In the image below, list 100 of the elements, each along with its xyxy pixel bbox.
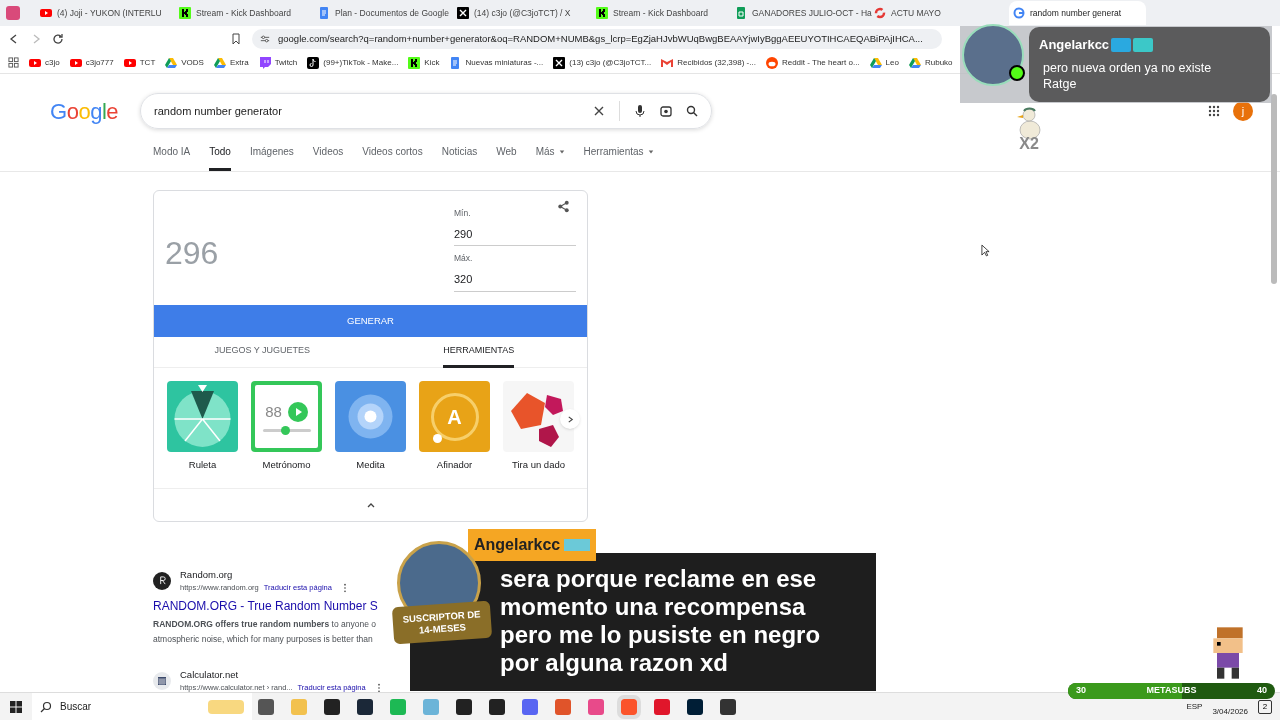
caret-icon: [647, 148, 654, 155]
microphone-icon[interactable]: [634, 105, 646, 117]
chat-app-icon[interactable]: [489, 698, 505, 715]
bookmark[interactable]: Rubuko: [908, 56, 953, 69]
number-input-field[interactable]: Mín. 290: [454, 207, 576, 247]
chat-username: Angelarkcc: [474, 535, 561, 555]
bookmark-favicon-icon: [213, 56, 226, 69]
discord-icon[interactable]: [522, 698, 538, 715]
bookmark[interactable]: TCT: [123, 56, 156, 69]
bookmark-icon[interactable]: [230, 33, 242, 45]
random-number-result: 296: [164, 234, 220, 273]
browser-tab[interactable]: (4) Joji - YUKON (INTERLU: [36, 1, 173, 25]
tab-favicon-icon: [179, 7, 191, 19]
site-favicon-icon: [153, 571, 171, 590]
bookmark[interactable]: Extra: [213, 56, 249, 69]
search-nav-tab[interactable]: Videos cortos: [362, 135, 423, 171]
tool-label: Ruleta: [188, 458, 217, 472]
bookmark-favicon-icon: [449, 56, 462, 69]
share-icon[interactable]: [557, 200, 570, 213]
generate-button[interactable]: GENERAR: [154, 305, 587, 337]
clock-date[interactable]: 3/04/2026: [1212, 705, 1248, 718]
bookmark[interactable]: c3jo: [29, 56, 60, 69]
browser-tab[interactable]: Plan - Documentos de Google: [314, 1, 451, 25]
camera-app-icon[interactable]: [588, 698, 604, 715]
bookmark[interactable]: (99+)TikTok - Make...: [307, 56, 399, 69]
meditation-tile-drawing: [335, 381, 406, 452]
bookmark-favicon-icon: [123, 56, 136, 69]
apps-grid-icon[interactable]: [8, 57, 19, 68]
chat-badge-icon: [1111, 37, 1132, 52]
bookmark[interactable]: VODS: [165, 56, 204, 69]
search-icon[interactable]: [686, 105, 698, 117]
search-nav-tab[interactable]: Imágenes: [249, 135, 294, 171]
play-icon: [287, 402, 308, 422]
url-text: google.com/search?q=random+number+generator&oq=RANDOM+NUMB&gs_lcrp=EgZjaHJvbWUqBwgBEAAYjwIyBggAEEUYOTIHCAEQABiPAjIHCA...: [278, 31, 923, 46]
epic-games-icon[interactable]: [324, 698, 340, 715]
browser-tab[interactable]: (14) c3jo (@C3joTCT) / X: [453, 1, 590, 25]
bookmark[interactable]: Twitch: [258, 56, 298, 69]
tool-tile[interactable]: 88 Metrónomo: [251, 381, 322, 488]
goal-label: METASUBS: [1146, 684, 1197, 698]
next-arrow-button[interactable]: [560, 409, 580, 429]
tool-tile[interactable]: Medita: [335, 381, 406, 488]
notifications-button[interactable]: 2: [1258, 699, 1272, 714]
bookmark[interactable]: Recibidos (32,398) -...: [661, 56, 756, 69]
search-placeholder: Buscar: [60, 700, 93, 714]
bookmark[interactable]: Kick: [408, 56, 440, 69]
search-nav-tab[interactable]: Web: [496, 135, 517, 171]
chat-message: sera porque reclame en ese momento una recompensa pero me lo pusiste en negro por alguna razon xd: [500, 565, 822, 677]
scrollbar-thumb[interactable]: [1271, 94, 1277, 284]
collapse-icon[interactable]: [366, 501, 375, 509]
bookmark[interactable]: (13) c3jo (@C3joTCT...: [553, 56, 652, 69]
clear-icon[interactable]: [593, 105, 605, 117]
result-title-link[interactable]: RANDOM.ORG - True Random Number S: [153, 596, 378, 615]
number-input-field[interactable]: Máx. 320: [454, 252, 576, 292]
browser-tab[interactable]: Stream - Kick Dashboard: [592, 1, 729, 25]
tab-favicon-icon: [735, 7, 747, 19]
opera-icon[interactable]: [654, 698, 670, 715]
apps-grid-icon[interactable]: [1208, 105, 1220, 117]
obs-icon[interactable]: [720, 698, 736, 715]
search-nav-tab[interactable]: Todo: [209, 135, 231, 171]
tool-label: Medita: [356, 458, 385, 472]
task-view-icon[interactable]: [258, 698, 274, 715]
search-nav-tab[interactable]: Más: [535, 135, 565, 171]
search-nav-tab[interactable]: Noticias: [441, 135, 478, 171]
tool-tile[interactable]: A Afinador: [419, 381, 490, 488]
bookmark[interactable]: Reddit - The heart o...: [765, 56, 860, 69]
address-bar[interactable]: google.com/search?q=random+number+generator&oq=RANDOM+NUMB&gs_lcrp=EgZjaHJvbWUqBwgBEAAYjwIyBggAEEUYOTIHCAEQABiPAjIHCA...: [252, 29, 942, 49]
bookmark-favicon-icon: [165, 56, 178, 69]
caret-icon: [558, 148, 565, 155]
app-icon[interactable]: [456, 698, 472, 715]
photoshop-icon[interactable]: [687, 698, 703, 715]
language-indicator[interactable]: ESP: [1186, 700, 1203, 713]
chat-badge-icon: [1133, 37, 1154, 52]
wheel-tile-drawing: [167, 381, 238, 452]
search-nav-tab[interactable]: Videos: [312, 135, 344, 171]
site-settings-icon[interactable]: [260, 34, 270, 44]
google-logo[interactable]: Google: [50, 94, 116, 128]
widget-tab[interactable]: HERRAMIENTAS: [443, 336, 515, 368]
bookmark[interactable]: Leo: [869, 56, 899, 69]
taskbar-search-box[interactable]: Buscar: [32, 692, 252, 720]
bookmark[interactable]: c3jo777: [69, 56, 114, 69]
chat-message: pero nueva orden ya no existe Ratge: [1042, 59, 1213, 92]
steam-icon[interactable]: [357, 698, 373, 715]
site-name: Random.org: [180, 568, 234, 582]
tool-tile[interactable]: Ruleta: [167, 381, 238, 488]
multiplier-label: X2: [1019, 136, 1039, 152]
camera-icon[interactable]: [660, 105, 672, 117]
goal-end: 40: [1257, 684, 1267, 698]
browser-tab[interactable]: Stream - Kick Dashboard: [175, 1, 312, 25]
field-value: 290: [454, 226, 474, 242]
search-icon[interactable]: [40, 700, 52, 713]
search-nav-tab[interactable]: Herramientas: [583, 135, 654, 171]
mouse-cursor-icon: [981, 244, 990, 257]
widget-tab[interactable]: JUEGOS Y JUGUETES: [214, 336, 311, 368]
reload-icon[interactable]: [52, 33, 64, 45]
tool-label: Afinador: [436, 458, 473, 472]
browser-tab[interactable]: random number generat: [1009, 1, 1146, 25]
bookmark[interactable]: Nuevas miniaturas -...: [449, 56, 544, 69]
bookmark-favicon-icon: [408, 56, 421, 69]
search-nav-tab[interactable]: Modo IA: [153, 135, 191, 171]
tool-tile[interactable]: Tira un dado: [503, 381, 574, 488]
